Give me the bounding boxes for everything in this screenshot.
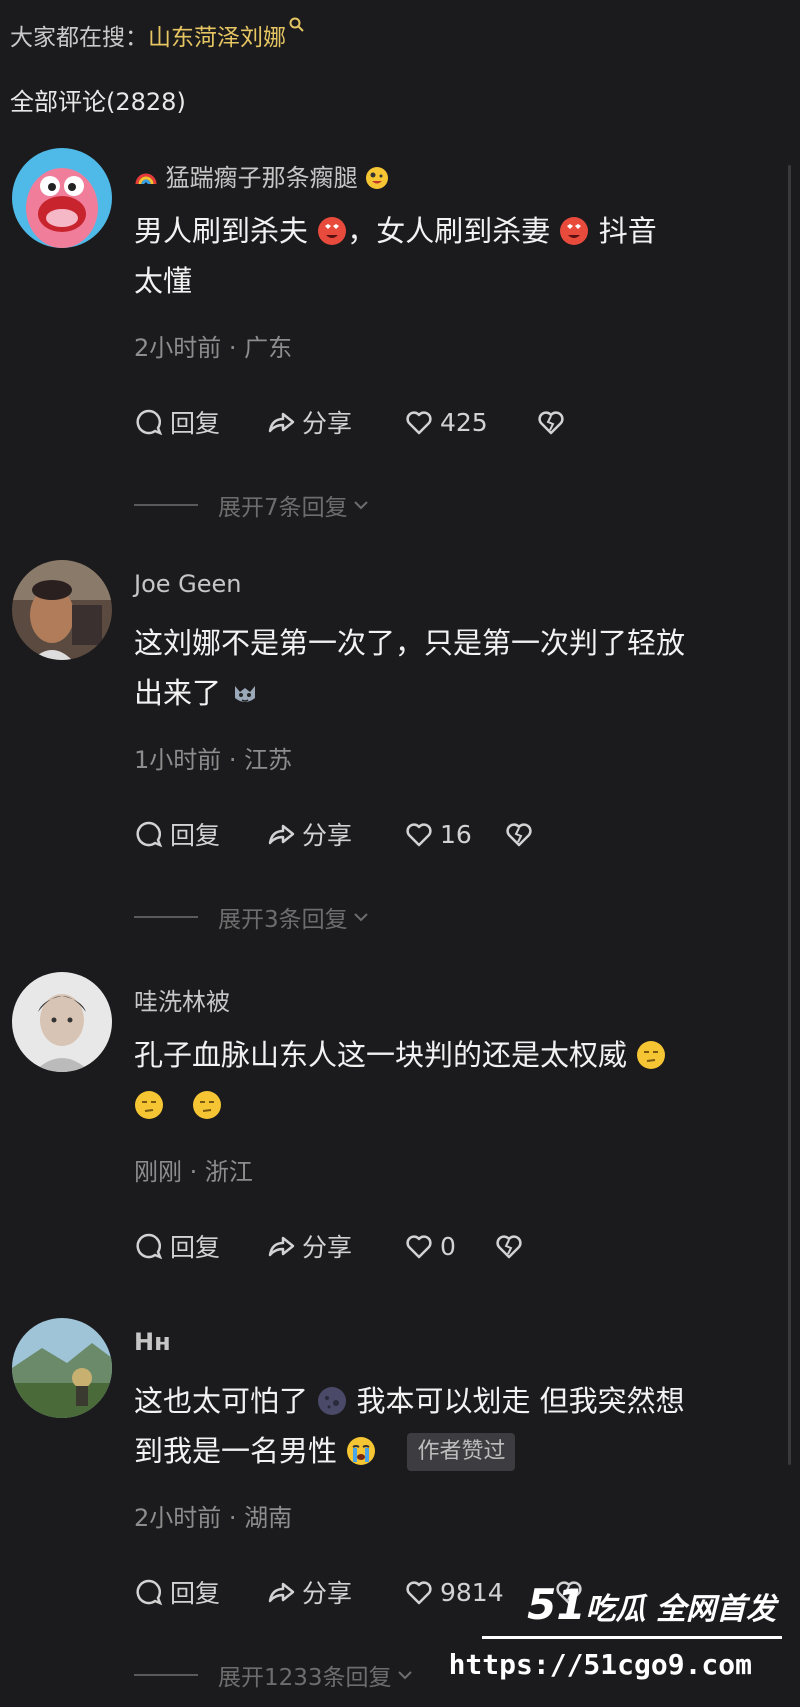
reply-button[interactable]: 回复 [134, 816, 266, 852]
time-location: 2小时前 · 广东 [134, 334, 293, 362]
site-watermark: 51吃瓜 全网首发 https://51cgo9.com [449, 1580, 782, 1695]
share-button[interactable]: 分享 [266, 816, 404, 852]
comments-count-title: 全部评论(2828) [10, 88, 186, 116]
comment-text: 孔子血脉山东人这一块判的还是太权威 [134, 1030, 764, 1130]
username[interactable]: Joe Geen [134, 570, 242, 598]
watermark-divider [482, 1636, 782, 1639]
comment-bubble-icon [136, 1579, 163, 1606]
like-button[interactable]: 0 [404, 1231, 494, 1261]
comment-bubble-icon [136, 409, 163, 436]
divider-line [134, 504, 198, 506]
comment-text: 男人刷到杀夫 ，女人刷到杀妻 抖音 太懂 [134, 214, 657, 298]
heart-icon [406, 823, 432, 847]
share-arrow-icon [268, 412, 295, 433]
share-arrow-icon [268, 824, 295, 845]
rainbow-emoji-icon [134, 164, 158, 188]
watermark-brand: 51吃瓜 全网首发 [527, 1580, 776, 1629]
search-keyword[interactable]: 山东菏泽刘娜 [148, 25, 286, 51]
divider-line [134, 1674, 198, 1676]
comment-bubble-icon [136, 1233, 163, 1260]
watermark-url: https://51cgo9.com [448, 1648, 752, 1681]
chevron-down-icon [353, 501, 368, 510]
avatar[interactable] [12, 148, 112, 248]
divider-line [134, 916, 198, 918]
comment-text: 这刘娜不是第一次了，只是第一次判了轻放 出来了 [134, 626, 686, 710]
avatar[interactable] [12, 1318, 112, 1418]
chevron-down-icon [397, 1671, 412, 1680]
broken-heart-icon [506, 823, 532, 847]
username[interactable]: 猛踹瘸子那条瘸腿 [134, 158, 389, 193]
heart-eyes-emoji-icon [559, 216, 589, 246]
dislike-button[interactable] [504, 819, 534, 849]
share-arrow-icon [268, 1582, 295, 1603]
expand-replies-button[interactable]: 展开1233条回复 [134, 1660, 416, 1691]
username[interactable]: 哇洗林被 [134, 982, 230, 1017]
comment-bubble-icon [136, 821, 163, 848]
share-arrow-icon [268, 1236, 295, 1257]
share-button[interactable]: 分享 [266, 404, 404, 440]
reply-button[interactable]: 回复 [134, 1574, 266, 1610]
author-liked-badge: 作者赞过 [407, 1433, 516, 1471]
new-moon-face-emoji-icon [317, 1386, 347, 1416]
time-location: 2小时前 · 湖南 [134, 1504, 293, 1532]
unamused-face-emoji-icon [134, 1090, 164, 1120]
time-location: 刚刚 · 浙江 [134, 1158, 253, 1186]
search-prefix: 大家都在搜： [10, 25, 148, 51]
avatar[interactable] [12, 972, 112, 1072]
like-button[interactable]: 425 [404, 407, 536, 437]
comment-actions: 回复 分享 425 [134, 404, 566, 440]
comment-text: 这也太可怕了 我本可以划走 但我突然想 到我是一名男性 作者赞过 [134, 1376, 764, 1476]
heart-icon [406, 1235, 432, 1259]
reply-button[interactable]: 回复 [134, 1228, 266, 1264]
broken-heart-icon [538, 411, 564, 435]
comment-actions: 回复 分享 16 [134, 816, 534, 852]
search-icon[interactable] [288, 14, 306, 40]
username[interactable]: Hн [134, 1328, 171, 1356]
share-button[interactable]: 分享 [266, 1228, 404, 1264]
reply-button[interactable]: 回复 [134, 404, 266, 440]
unamused-face-emoji-icon [192, 1090, 222, 1120]
broken-heart-icon [496, 1235, 522, 1259]
crying-face-emoji-icon [346, 1436, 376, 1466]
share-button[interactable]: 分享 [266, 1574, 404, 1610]
comment-actions: 回复 分享 0 [134, 1228, 524, 1264]
heart-icon [406, 1581, 432, 1605]
avatar[interactable] [12, 560, 112, 660]
dislike-button[interactable] [494, 1231, 524, 1261]
time-location: 1小时前 · 江苏 [134, 746, 293, 774]
like-button[interactable]: 16 [404, 819, 504, 849]
chevron-down-icon [353, 913, 368, 922]
expand-replies-button[interactable]: 展开7条回复 [134, 490, 372, 521]
dislike-button[interactable] [536, 407, 566, 437]
scrollbar[interactable] [788, 165, 791, 1465]
heart-icon [406, 411, 432, 435]
heart-eyes-emoji-icon [317, 216, 347, 246]
wolf-emoji-icon [230, 678, 260, 708]
unamused-face-emoji-icon [636, 1040, 666, 1070]
expand-replies-button[interactable]: 展开3条回复 [134, 902, 372, 933]
zany-face-emoji-icon [365, 166, 389, 190]
search-suggestion-bar[interactable]: 大家都在搜：山东菏泽刘娜 [10, 17, 306, 52]
